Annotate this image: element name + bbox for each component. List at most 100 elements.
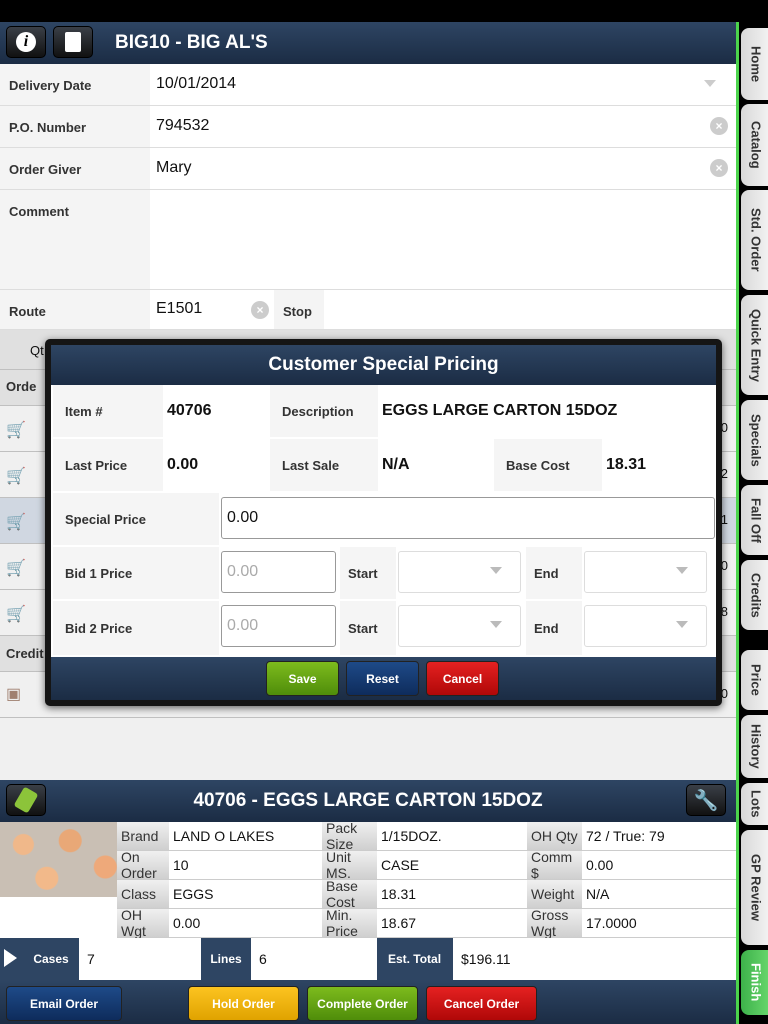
est-total-value: $196.11 <box>453 938 736 980</box>
product-field-value: EGGS <box>169 880 322 909</box>
route-row: Route E1501 × Stop <box>0 290 736 330</box>
po-number-input[interactable]: 794532 <box>156 117 209 135</box>
product-field-value: 10 <box>169 851 322 880</box>
status-bar <box>0 0 768 22</box>
product-field-label: Gross Wgt <box>527 907 582 939</box>
bid2-price-label: Bid 2 Price <box>53 601 219 655</box>
product-field-label: On Order <box>117 849 169 881</box>
po-number-row: P.O. Number 794532 × <box>0 106 736 148</box>
lines-label: Lines <box>210 952 242 966</box>
special-price-label: Special Price <box>53 493 219 545</box>
chevron-down-icon[interactable] <box>704 80 716 93</box>
product-header: 40706 - EGGS LARGE CARTON 15DOZ 🔧 <box>0 780 736 822</box>
email-order-button[interactable]: Email Order <box>6 986 122 1021</box>
lines-value: 6 <box>251 938 377 980</box>
po-number-label: P.O. Number <box>0 106 150 147</box>
clear-icon[interactable]: × <box>710 159 728 177</box>
product-field-value: 1/15DOZ. <box>377 822 527 851</box>
cases-label: Cases <box>33 952 69 966</box>
last-price-label: Last Price <box>53 439 163 491</box>
sidebar-tab-quick-entry[interactable]: Quick Entry <box>741 295 768 395</box>
sidebar-tab-home[interactable]: Home <box>741 28 768 100</box>
route-input[interactable]: E1501 <box>156 300 202 318</box>
est-total-label: Est. Total <box>387 952 442 966</box>
product-field-value: 0.00 <box>169 909 322 938</box>
product-field-value: 17.0000 <box>582 909 736 938</box>
calculator-icon[interactable] <box>53 26 93 58</box>
bid1-end-select[interactable] <box>584 551 707 593</box>
sidebar-tab-price[interactable]: Price <box>741 650 768 710</box>
last-sale-value: N/A <box>382 456 410 473</box>
product-field-label: Class <box>117 880 169 909</box>
bid1-price-input[interactable]: 0.00 <box>221 551 336 593</box>
bid2-end-select[interactable] <box>584 605 707 647</box>
cancel-order-button[interactable]: Cancel Order <box>426 986 537 1021</box>
product-image <box>0 822 117 897</box>
wrench-icon[interactable]: 🔧 <box>686 784 726 816</box>
comment-row: Comment <box>0 190 736 290</box>
special-price-input[interactable]: 0.00 <box>221 497 715 539</box>
stop-label: Stop <box>274 290 324 329</box>
product-field-label: OH Qty <box>527 822 582 851</box>
product-field-label: Base Cost <box>322 878 377 910</box>
item-label: Item # <box>53 385 163 437</box>
description-value: EGGS LARGE CARTON 15DOZ <box>382 402 618 419</box>
sidebar-tab-finish[interactable]: Finish <box>741 950 768 1015</box>
expand-arrow-icon[interactable] <box>4 949 26 967</box>
sidebar-tabs: Home Catalog Std. Order Quick Entry Specials… <box>736 22 768 1024</box>
sidebar-tab-std-order[interactable]: Std. Order <box>741 190 768 290</box>
bid1-start-select[interactable] <box>398 551 521 593</box>
dialog-body: Item # 40706 Description EGGS LARGE CART… <box>51 385 716 657</box>
dialog-footer: Save Reset Cancel <box>51 657 716 700</box>
clear-icon[interactable]: × <box>251 301 269 319</box>
product-field-label: Weight <box>527 880 582 909</box>
special-pricing-dialog: Customer Special Pricing Item # 40706 De… <box>45 339 722 706</box>
order-giver-input[interactable]: Mary <box>156 159 192 177</box>
bid1-start-label: Start <box>340 547 396 599</box>
sidebar-tab-catalog[interactable]: Catalog <box>741 104 768 186</box>
action-bar: Email Order Hold Order Complete Order Ca… <box>0 980 736 1024</box>
bid2-price-input[interactable]: 0.00 <box>221 605 336 647</box>
page-title: BIG10 - BIG AL'S <box>115 32 268 53</box>
bid2-end-label: End <box>526 601 582 655</box>
bid1-end-label: End <box>526 547 582 599</box>
cancel-button[interactable]: Cancel <box>426 661 499 696</box>
top-bar: i BIG10 - BIG AL'S <box>0 22 736 64</box>
last-sale-label: Last Sale <box>270 439 378 491</box>
comment-label: Comment <box>0 190 150 289</box>
product-field-label: Comm $ <box>527 849 582 881</box>
delivery-date-label: Delivery Date <box>0 64 150 105</box>
complete-order-button[interactable]: Complete Order <box>307 986 418 1021</box>
description-label: Description <box>270 385 378 437</box>
product-field-value: CASE <box>377 851 527 880</box>
sidebar-tab-history[interactable]: History <box>741 715 768 778</box>
item-value: 40706 <box>167 402 212 419</box>
product-field-label: Pack Size <box>322 820 377 852</box>
clear-icon[interactable]: × <box>710 117 728 135</box>
totals-bar: Cases 7 Lines 6 Est. Total $196.11 <box>0 938 736 980</box>
product-field-label: Brand <box>117 822 169 851</box>
bid2-start-select[interactable] <box>398 605 521 647</box>
product-title: 40706 - EGGS LARGE CARTON 15DOZ <box>193 790 543 811</box>
product-field-value: 0.00 <box>582 851 736 880</box>
sidebar-tab-credits[interactable]: Credits <box>741 560 768 630</box>
product-field-value: 18.67 <box>377 909 527 938</box>
sidebar-tab-gp-review[interactable]: GP Review <box>741 830 768 945</box>
product-field-value: 18.31 <box>377 880 527 909</box>
base-cost-value: 18.31 <box>606 456 647 473</box>
bid2-start-label: Start <box>340 601 396 655</box>
info-icon[interactable]: i <box>6 26 46 58</box>
save-button[interactable]: Save <box>266 661 339 696</box>
product-info-grid: Brand LAND O LAKES Pack Size 1/15DOZ. OH Qty… <box>117 820 736 939</box>
reset-button[interactable]: Reset <box>346 661 419 696</box>
delivery-date-row[interactable]: Delivery Date 10/01/2014 <box>0 64 736 106</box>
last-price-value: 0.00 <box>167 456 199 473</box>
delivery-date-value[interactable]: 10/01/2014 <box>156 75 236 93</box>
sidebar-tab-specials[interactable]: Specials <box>741 400 768 480</box>
hold-order-button[interactable]: Hold Order <box>188 986 299 1021</box>
order-giver-row: Order Giver Mary × <box>0 148 736 190</box>
sidebar-tab-lots[interactable]: Lots <box>741 783 768 825</box>
sidebar-tab-fall-off[interactable]: Fall Off <box>741 485 768 555</box>
product-field-label: Unit MS. <box>322 849 377 881</box>
dialog-title: Customer Special Pricing <box>51 345 716 385</box>
